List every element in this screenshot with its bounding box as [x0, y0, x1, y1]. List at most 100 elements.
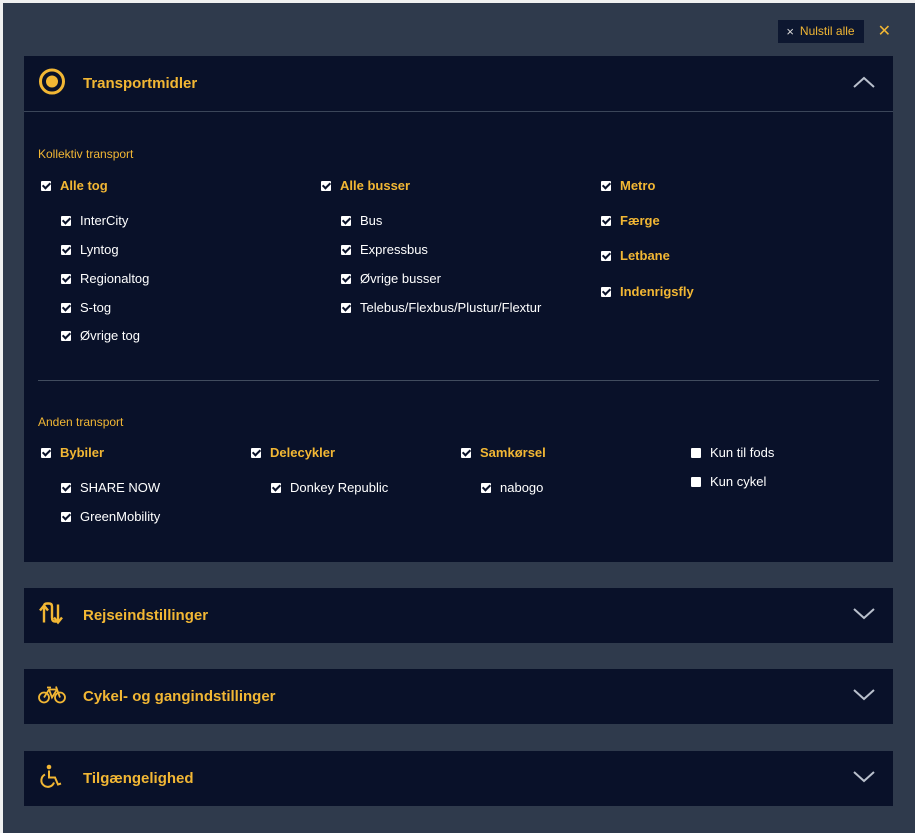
- checkbox-label: nabogo: [500, 480, 544, 495]
- checkbox-box[interactable]: [251, 447, 261, 458]
- checkbox-label: Kun til fods: [710, 445, 775, 460]
- checkbox-label: Telebus/Flexbus/Plustur/Flextur: [360, 300, 542, 315]
- checkbox-regionaltog[interactable]: Regionaltog: [61, 271, 149, 286]
- checkbox-label: Samkørsel: [480, 445, 546, 460]
- checkbox-box[interactable]: [61, 302, 71, 313]
- checkbox-label: Indenrigsfly: [620, 284, 694, 299]
- section-label-kollektiv: Kollektiv transport: [38, 147, 134, 161]
- section-label-anden: Anden transport: [38, 415, 124, 429]
- panel-header-rejseindstillinger[interactable]: Rejseindstillinger: [24, 588, 893, 643]
- route-arrows-icon: [38, 601, 64, 630]
- checkbox-label: S-tog: [80, 300, 112, 315]
- checkbox-box[interactable]: [481, 482, 491, 493]
- checkbox-box[interactable]: [61, 244, 71, 255]
- section-divider: [38, 380, 879, 381]
- checkbox-box[interactable]: [41, 447, 51, 458]
- checkbox-lyntog[interactable]: Lyntog: [61, 242, 119, 257]
- target-icon: [38, 67, 66, 100]
- checkbox-bus[interactable]: Bus: [341, 213, 382, 228]
- checkbox-label: Øvrige tog: [80, 328, 140, 343]
- checkbox-bybiler[interactable]: Bybiler: [41, 445, 104, 460]
- checkbox-intercity[interactable]: InterCity: [61, 213, 128, 228]
- checkbox-delecykler[interactable]: Delecykler: [251, 445, 335, 460]
- panel-cykel-gang: Cykel- og gangindstillinger: [24, 669, 893, 724]
- checkbox-box[interactable]: [601, 215, 611, 226]
- reset-all-label: Nulstil alle: [799, 24, 855, 38]
- filter-dialog: × Nulstil alle ✕ Transportmidler Kollekt…: [3, 3, 915, 833]
- checkbox-label: Metro: [620, 178, 656, 193]
- panel-transportmidler: Transportmidler Kollektiv transport Alle…: [24, 56, 893, 562]
- checkbox-faerge[interactable]: Færge: [601, 213, 660, 228]
- checkbox-box[interactable]: [61, 482, 71, 493]
- checkbox-label: InterCity: [80, 213, 129, 228]
- top-toolbar: × Nulstil alle ✕: [778, 19, 891, 43]
- checkbox-label: Færge: [620, 213, 660, 228]
- checkbox-samkorsel[interactable]: Samkørsel: [461, 445, 546, 460]
- panel-body: Kollektiv transport Alle tog InterCity L…: [24, 112, 893, 562]
- checkbox-label: Delecykler: [270, 445, 336, 460]
- checkbox-s-tog[interactable]: S-tog: [61, 300, 111, 315]
- checkbox-indenrigsfly[interactable]: Indenrigsfly: [601, 284, 694, 299]
- checkbox-label: Bus: [360, 213, 383, 228]
- checkbox-box[interactable]: [271, 482, 281, 493]
- checkbox-alle-busser[interactable]: Alle busser: [321, 178, 410, 193]
- checkbox-label: Alle tog: [60, 178, 108, 193]
- checkbox-ovrige-busser[interactable]: Øvrige busser: [341, 271, 441, 286]
- reset-all-button[interactable]: × Nulstil alle: [778, 19, 864, 43]
- panel-title: Transportmidler: [83, 75, 198, 92]
- checkbox-nabogo[interactable]: nabogo: [481, 480, 543, 495]
- checkbox-label: Donkey Republic: [290, 480, 389, 495]
- checkbox-label: Kun cykel: [710, 474, 767, 489]
- panel-rejseindstillinger: Rejseindstillinger: [24, 588, 893, 643]
- checkbox-box[interactable]: [321, 180, 331, 191]
- checkbox-label: SHARE NOW: [80, 480, 161, 495]
- checkbox-box[interactable]: [341, 302, 351, 313]
- panel-header-tilgaengelighed[interactable]: Tilgængelighed: [24, 751, 893, 806]
- checkbox-box[interactable]: [341, 273, 351, 284]
- checkbox-label: Alle busser: [340, 178, 411, 193]
- chevron-up-icon[interactable]: [853, 75, 875, 93]
- checkbox-alle-tog[interactable]: Alle tog: [41, 178, 108, 193]
- chevron-down-icon[interactable]: [853, 607, 875, 625]
- panel-tilgaengelighed: Tilgængelighed: [24, 751, 893, 806]
- checkbox-box[interactable]: [601, 250, 611, 261]
- panel-header-transportmidler[interactable]: Transportmidler: [24, 56, 893, 111]
- checkbox-ovrige-tog[interactable]: Øvrige tog: [61, 328, 140, 343]
- panel-title: Cykel- og gangindstillinger: [83, 688, 276, 705]
- chevron-down-icon[interactable]: [853, 770, 875, 788]
- checkbox-box[interactable]: [41, 180, 51, 191]
- checkbox-box[interactable]: [601, 286, 611, 297]
- checkbox-box[interactable]: [61, 511, 71, 522]
- checkbox-box[interactable]: [341, 215, 351, 226]
- checkbox-letbane[interactable]: Letbane: [601, 248, 670, 263]
- checkbox-greenmobility[interactable]: GreenMobility: [61, 509, 160, 524]
- checkbox-metro[interactable]: Metro: [601, 178, 655, 193]
- checkbox-label: GreenMobility: [80, 509, 161, 524]
- checkbox-box[interactable]: [691, 447, 701, 458]
- wheelchair-icon: [38, 763, 64, 794]
- checkbox-label: Regionaltog: [80, 271, 150, 286]
- bicycle-icon: [38, 684, 66, 709]
- checkbox-label: Expressbus: [360, 242, 428, 257]
- checkbox-box[interactable]: [601, 180, 611, 191]
- checkbox-kun-til-fods[interactable]: Kun til fods: [691, 445, 774, 460]
- checkbox-box[interactable]: [691, 476, 701, 487]
- checkbox-box[interactable]: [341, 244, 351, 255]
- panel-header-cykel-gang[interactable]: Cykel- og gangindstillinger: [24, 669, 893, 724]
- checkbox-label: Bybiler: [60, 445, 105, 460]
- checkbox-telebus[interactable]: Telebus/Flexbus/Plustur/Flextur: [341, 300, 541, 315]
- checkbox-label: Lyntog: [80, 242, 119, 257]
- checkbox-box[interactable]: [61, 215, 71, 226]
- checkbox-box[interactable]: [61, 273, 71, 284]
- close-icon[interactable]: ✕: [878, 21, 891, 41]
- checkbox-donkey-republic[interactable]: Donkey Republic: [271, 480, 388, 495]
- panel-title: Tilgængelighed: [83, 770, 194, 787]
- panel-title: Rejseindstillinger: [83, 607, 209, 624]
- checkbox-kun-cykel[interactable]: Kun cykel: [691, 474, 766, 489]
- checkbox-expressbus[interactable]: Expressbus: [341, 242, 428, 257]
- checkbox-box[interactable]: [61, 330, 71, 341]
- chevron-down-icon[interactable]: [853, 688, 875, 706]
- checkbox-share-now[interactable]: SHARE NOW: [61, 480, 160, 495]
- checkbox-label: Øvrige busser: [360, 271, 441, 286]
- checkbox-box[interactable]: [461, 447, 471, 458]
